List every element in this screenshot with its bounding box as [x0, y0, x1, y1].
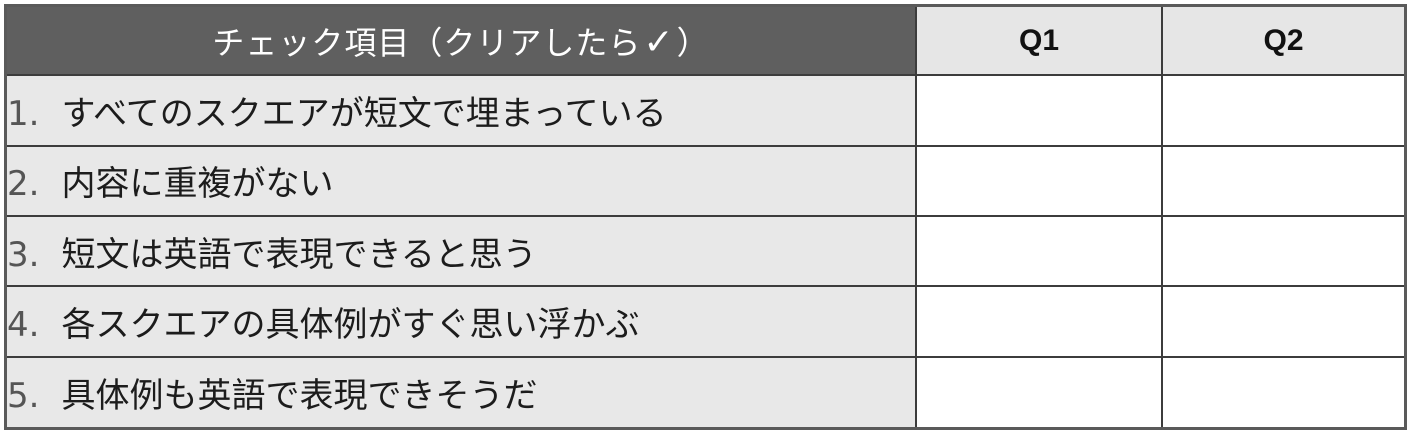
q1-check-cell-4[interactable]	[915, 285, 1163, 358]
checklist-row-2: 2. 内容に重複がない	[7, 144, 1404, 217]
check-item-5: 5. 具体例も英語で表現できそうだ	[7, 355, 917, 427]
q2-header: Q2	[1161, 7, 1404, 77]
q2-check-cell-4[interactable]	[1161, 285, 1404, 358]
item-number: 3.	[7, 234, 40, 275]
check-items-header: チェック項目（クリアしたら✓）	[7, 7, 917, 77]
q2-check-cell-5[interactable]	[1161, 355, 1404, 427]
item-number: 1.	[7, 93, 40, 134]
checklist-row-1: 1. すべてのスクエアが短文で埋まっている	[7, 74, 1404, 147]
item-text: 短文は英語で表現できると思う	[61, 234, 537, 275]
check-item-3: 3. 短文は英語で表現できると思う	[7, 214, 917, 288]
q1-check-cell-5[interactable]	[915, 355, 1163, 427]
item-text: 具体例も英語で表現できそうだ	[61, 375, 538, 416]
checklist-row-3: 3. 短文は英語で表現できると思う	[7, 214, 1404, 288]
check-item-1: 1. すべてのスクエアが短文で埋まっている	[7, 74, 917, 147]
checklist-table: チェック項目（クリアしたら✓） Q1 Q2 1. すべてのスクエアが短文で埋まって…	[7, 7, 1404, 427]
q1-check-cell-1[interactable]	[915, 74, 1163, 147]
checkmark-icon: ✓	[643, 21, 675, 63]
checklist-row-5: 5. 具体例も英語で表現できそうだ	[7, 355, 1404, 427]
header-row: チェック項目（クリアしたら✓） Q1 Q2	[7, 7, 1404, 77]
item-number: 2.	[7, 164, 40, 205]
q2-check-cell-3[interactable]	[1161, 214, 1404, 288]
checklist-card: チェック項目（クリアしたら✓） Q1 Q2 1. すべてのスクエアが短文で埋まって…	[4, 4, 1407, 430]
check-items-header-suffix: ）	[676, 23, 710, 62]
q2-check-cell-2[interactable]	[1161, 144, 1404, 217]
item-number: 4.	[7, 304, 40, 345]
q1-check-cell-3[interactable]	[915, 214, 1163, 288]
checklist-row-4: 4. 各スクエアの具体例がすぐ思い浮かぶ	[7, 285, 1404, 358]
q1-header: Q1	[915, 7, 1163, 77]
q2-check-cell-1[interactable]	[1161, 74, 1404, 147]
item-text: 内容に重複がない	[61, 164, 334, 205]
item-text: 各スクエアの具体例がすぐ思い浮かぶ	[61, 304, 640, 345]
item-number: 5.	[7, 375, 40, 416]
q1-check-cell-2[interactable]	[915, 144, 1163, 217]
check-item-2: 2. 内容に重複がない	[7, 144, 917, 217]
check-item-4: 4. 各スクエアの具体例がすぐ思い浮かぶ	[7, 285, 917, 358]
item-text: すべてのスクエアが短文で埋まっている	[61, 93, 667, 134]
check-items-header-prefix: チェック項目（クリアしたら	[212, 23, 642, 62]
